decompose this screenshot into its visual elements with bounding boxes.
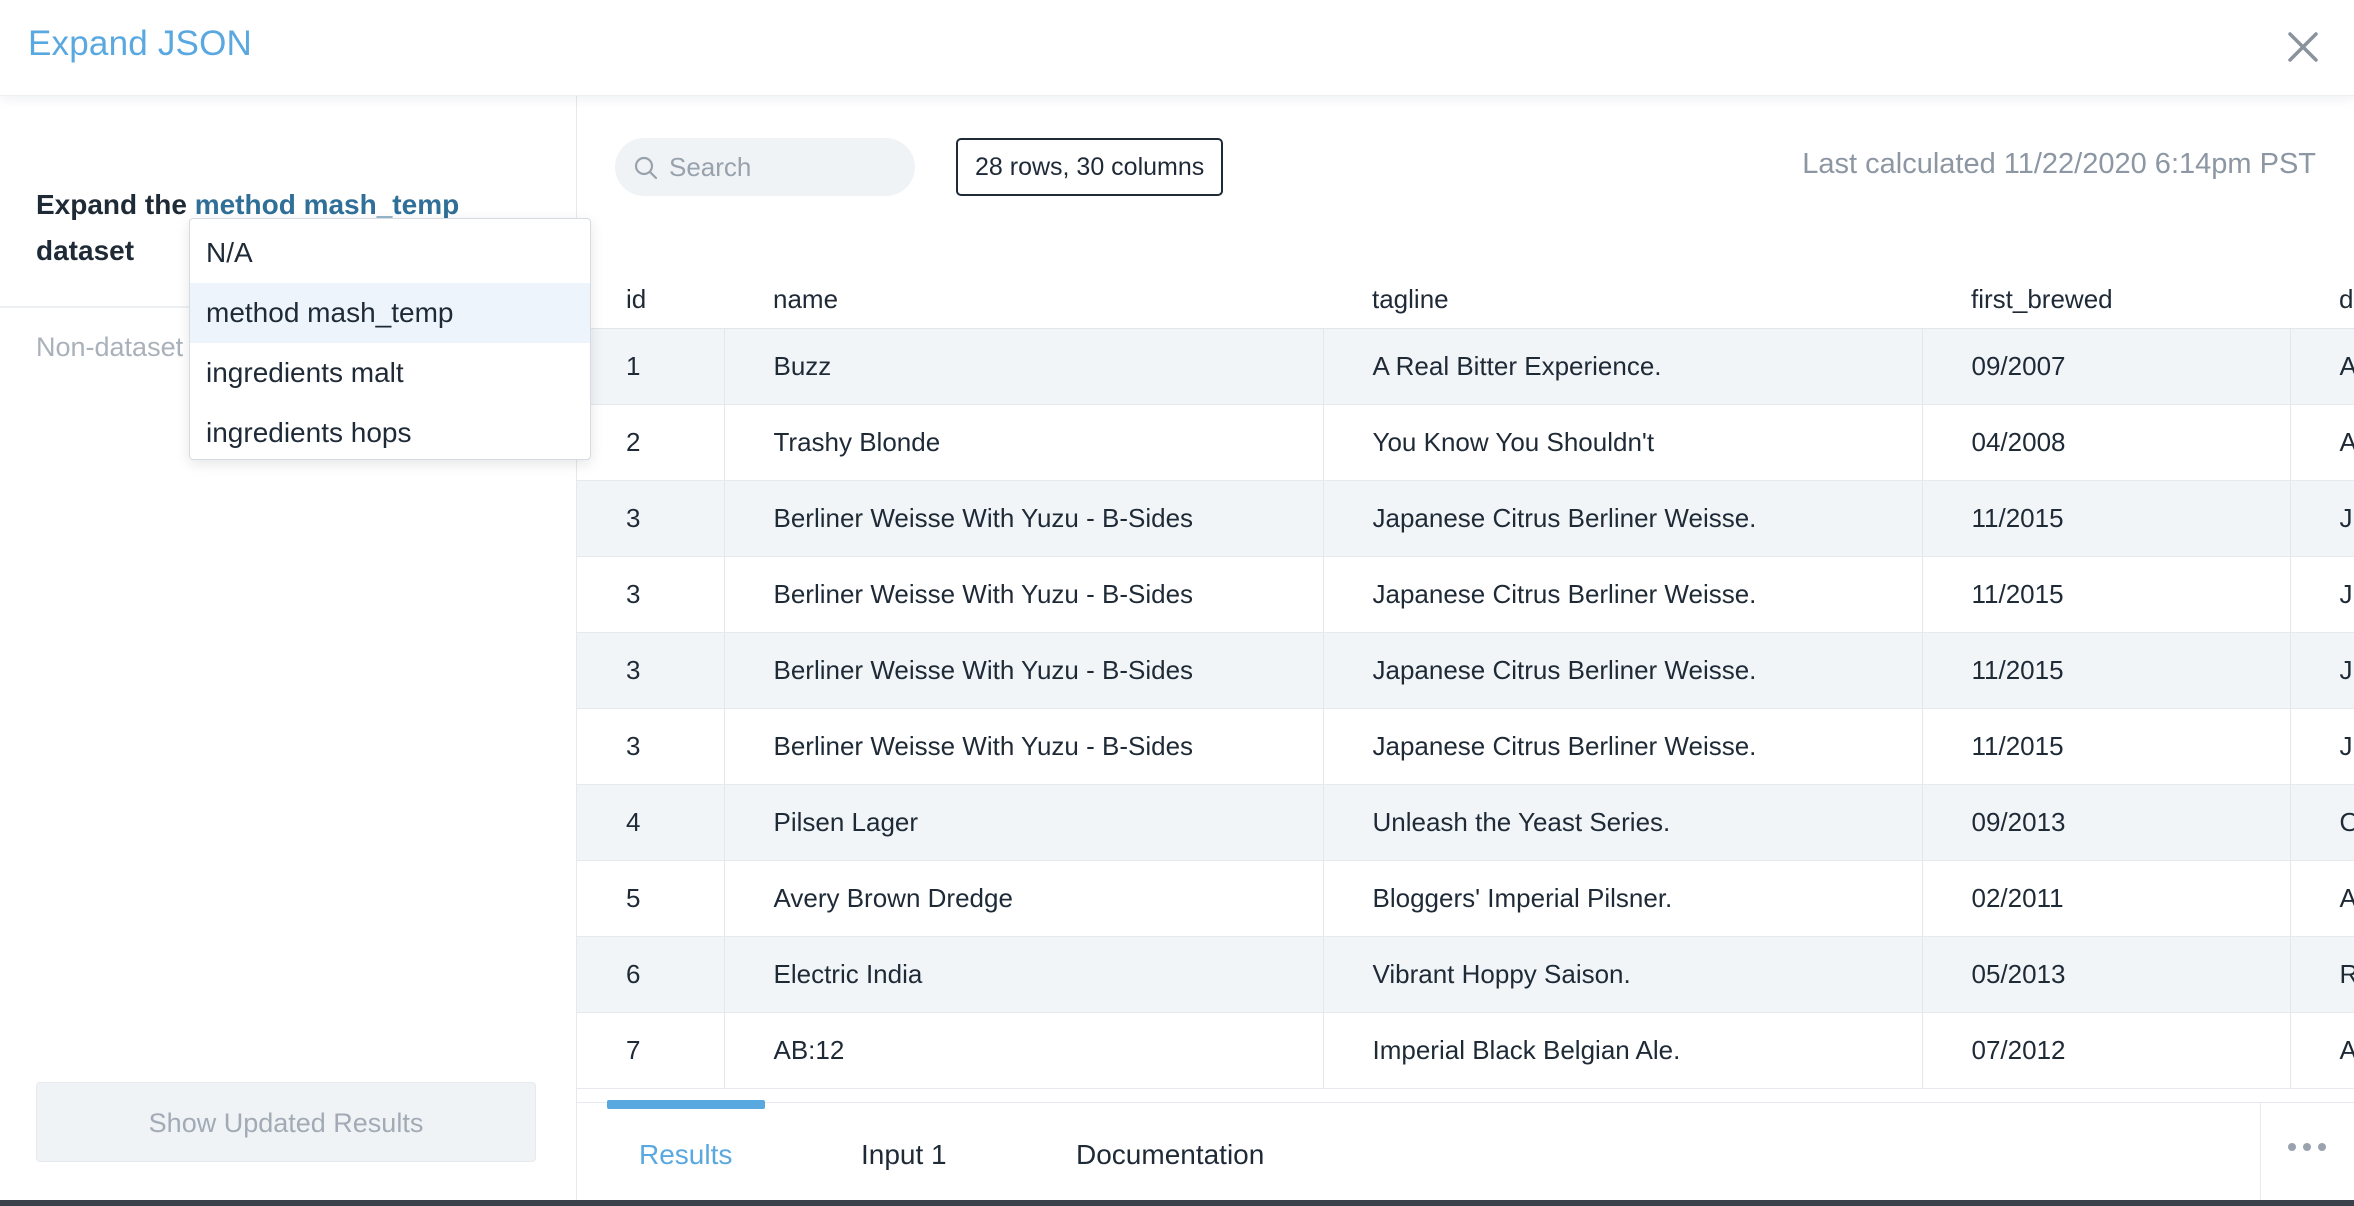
last-calculated-timestamp: Last calculated 11/22/2020 6:14pm PST bbox=[1802, 148, 2316, 180]
table-cell: Japanese Citrus Berliner Weisse. bbox=[1323, 480, 1923, 557]
table-cell: Japanese Citrus Berliner Weisse. bbox=[1323, 632, 1923, 709]
expand-suffix: dataset bbox=[36, 235, 135, 266]
table-cell: Japanese Citrus Berliner Weisse. bbox=[1323, 556, 1923, 633]
table-row[interactable]: 2 Trashy Blonde You Know You Shouldn't 04/2… bbox=[577, 404, 2354, 481]
table-cell: Avery Brown Dredge bbox=[724, 860, 1324, 937]
dropdown-option-ingredients-hops[interactable]: ingredients hops bbox=[190, 403, 590, 463]
tab-input-1[interactable]: Input 1 bbox=[861, 1139, 947, 1171]
table-cell: Electric India bbox=[724, 936, 1324, 1013]
table-cell: 04/2008 bbox=[1922, 404, 2291, 481]
table-cell: A bbox=[2290, 328, 2354, 405]
table-row[interactable]: 7 AB:12 Imperial Black Belgian Ale. 07/2012… bbox=[577, 1012, 2354, 1089]
table-cell: 05/2013 bbox=[1922, 936, 2291, 1013]
tab-results[interactable]: Results bbox=[639, 1139, 732, 1171]
table-cell: 09/2013 bbox=[1922, 784, 2291, 861]
table-cell: 7 bbox=[577, 1012, 725, 1089]
table-cell: 6 bbox=[577, 936, 725, 1013]
table-cell: O bbox=[2290, 784, 2354, 861]
table-row[interactable]: 3 Berliner Weisse With Yuzu - B-Sides Japa… bbox=[577, 708, 2354, 785]
table-row[interactable]: 5 Avery Brown Dredge Bloggers' Imperial Pi… bbox=[577, 860, 2354, 937]
table-cell: Bloggers' Imperial Pilsner. bbox=[1323, 860, 1923, 937]
results-table: id name tagline first_brewed d 1 Buzz A Re… bbox=[577, 272, 2354, 1089]
table-cell: R bbox=[2290, 936, 2354, 1013]
table-cell: J bbox=[2290, 480, 2354, 557]
table-cell: A bbox=[2290, 404, 2354, 481]
table-header-row: id name tagline first_brewed d bbox=[577, 272, 2354, 329]
search-box bbox=[615, 138, 915, 196]
table-cell: 4 bbox=[577, 784, 725, 861]
table-cell: 11/2015 bbox=[1922, 632, 2291, 709]
show-updated-results-button[interactable]: Show Updated Results bbox=[36, 1082, 536, 1162]
table-cell: 09/2007 bbox=[1922, 328, 2291, 405]
table-cell: Pilsen Lager bbox=[724, 784, 1324, 861]
table-cell: 11/2015 bbox=[1922, 708, 2291, 785]
table-cell: J bbox=[2290, 632, 2354, 709]
close-icon bbox=[2288, 32, 2318, 62]
table-cell: AB:12 bbox=[724, 1012, 1324, 1089]
table-row[interactable]: 4 Pilsen Lager Unleash the Yeast Series. 09… bbox=[577, 784, 2354, 861]
table-row[interactable]: 6 Electric India Vibrant Hoppy Saison. 05/2… bbox=[577, 936, 2354, 1013]
table-cell: J bbox=[2290, 556, 2354, 633]
table-cell: 3 bbox=[577, 556, 725, 633]
results-table-container[interactable]: id name tagline first_brewed d 1 Buzz A Re… bbox=[577, 272, 2354, 1194]
more-icon bbox=[2288, 1143, 2326, 1151]
table-row[interactable]: 3 Berliner Weisse With Yuzu - B-Sides Japa… bbox=[577, 556, 2354, 633]
table-cell: Vibrant Hoppy Saison. bbox=[1323, 936, 1923, 1013]
search-input[interactable] bbox=[669, 138, 899, 196]
table-cell: 3 bbox=[577, 632, 725, 709]
table-cell: A bbox=[2290, 860, 2354, 937]
table-cell: 2 bbox=[577, 404, 725, 481]
table-cell: Japanese Citrus Berliner Weisse. bbox=[1323, 708, 1923, 785]
table-cell: Unleash the Yeast Series. bbox=[1323, 784, 1923, 861]
table-cell: Berliner Weisse With Yuzu - B-Sides bbox=[724, 556, 1324, 633]
table-row[interactable]: 3 Berliner Weisse With Yuzu - B-Sides Japa… bbox=[577, 632, 2354, 709]
table-cell: Imperial Black Belgian Ale. bbox=[1323, 1012, 1923, 1089]
tab-documentation[interactable]: Documentation bbox=[1076, 1139, 1264, 1171]
window-bottom-edge bbox=[0, 1200, 2354, 1206]
column-header-id[interactable]: id bbox=[577, 272, 724, 329]
table-cell: 3 bbox=[577, 708, 725, 785]
column-header-tagline[interactable]: tagline bbox=[1323, 272, 1922, 329]
table-cell: Berliner Weisse With Yuzu - B-Sides bbox=[724, 708, 1324, 785]
table-cell: Berliner Weisse With Yuzu - B-Sides bbox=[724, 632, 1324, 709]
dropdown-option-ingredients-malt[interactable]: ingredients malt bbox=[190, 343, 590, 403]
table-cell: You Know You Shouldn't bbox=[1323, 404, 1923, 481]
results-panel: 28 rows, 30 columns Last calculated 11/2… bbox=[577, 96, 2354, 1200]
table-cell: J bbox=[2290, 708, 2354, 785]
row-column-count-badge: 28 rows, 30 columns bbox=[956, 138, 1224, 196]
close-button[interactable] bbox=[2282, 26, 2324, 68]
expand-prefix: Expand the bbox=[36, 189, 187, 220]
table-cell: 3 bbox=[577, 480, 725, 557]
column-header-name[interactable]: name bbox=[724, 272, 1323, 329]
table-cell: 11/2015 bbox=[1922, 480, 2291, 557]
column-header-description[interactable]: d bbox=[2290, 272, 2354, 329]
table-row[interactable]: 3 Berliner Weisse With Yuzu - B-Sides Japa… bbox=[577, 480, 2354, 557]
active-tab-indicator bbox=[607, 1100, 765, 1109]
dropdown-option-na[interactable]: N/A bbox=[190, 223, 590, 283]
page-title: Expand JSON bbox=[28, 24, 252, 63]
bottom-tab-bar: Results Input 1 Documentation bbox=[577, 1100, 2354, 1200]
table-cell: 1 bbox=[577, 328, 725, 405]
table-cell: A Real Bitter Experience. bbox=[1323, 328, 1923, 405]
table-cell: 5 bbox=[577, 860, 725, 937]
table-cell: 07/2012 bbox=[1922, 1012, 2291, 1089]
modal-header: Expand JSON bbox=[0, 0, 2354, 96]
search-icon bbox=[634, 156, 658, 180]
column-header-first-brewed[interactable]: first_brewed bbox=[1922, 272, 2290, 329]
table-cell: A bbox=[2290, 1012, 2354, 1089]
table-row[interactable]: 1BuzzA Real Bitter Experience.09/2007A bbox=[577, 328, 2354, 405]
non-dataset-label: Non-dataset bbox=[36, 332, 184, 362]
more-options-button[interactable] bbox=[2260, 1103, 2354, 1200]
table-cell: Buzz bbox=[724, 328, 1324, 405]
dataset-dropdown: N/A method mash_temp ingredients malt in… bbox=[189, 218, 591, 460]
dropdown-option-method-mash-temp[interactable]: method mash_temp bbox=[190, 283, 590, 343]
table-cell: 02/2011 bbox=[1922, 860, 2291, 937]
table-cell: Trashy Blonde bbox=[724, 404, 1324, 481]
table-cell: 11/2015 bbox=[1922, 556, 2291, 633]
table-cell: Berliner Weisse With Yuzu - B-Sides bbox=[724, 480, 1324, 557]
